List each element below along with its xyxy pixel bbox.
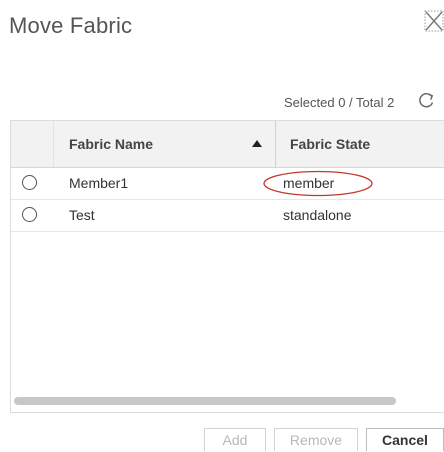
table-row[interactable]: Member1 member [11, 168, 444, 200]
refresh-icon [419, 92, 434, 108]
row-radio[interactable] [22, 207, 37, 222]
close-button[interactable] [424, 10, 444, 32]
dialog-title: Move Fabric [9, 13, 133, 38]
fabric-table: Fabric Name Fabric State Member1 member … [10, 120, 444, 413]
column-resize-handle[interactable] [275, 121, 276, 167]
cell-fabric-name: Test [69, 207, 95, 223]
cell-fabric-state: standalone [283, 207, 352, 223]
row-radio[interactable] [22, 175, 37, 190]
refresh-button[interactable] [416, 91, 436, 111]
column-divider [53, 121, 54, 167]
sort-ascending-icon[interactable] [252, 140, 262, 147]
cell-fabric-state: member [283, 175, 335, 191]
cancel-button[interactable]: Cancel [366, 428, 444, 451]
selection-summary: Selected 0 / Total 2 [284, 95, 395, 110]
column-header-fabric-name[interactable]: Fabric Name [69, 121, 153, 167]
horizontal-scrollbar[interactable] [14, 397, 396, 405]
cell-fabric-name: Member1 [69, 175, 129, 191]
table-row[interactable]: Test standalone [11, 200, 444, 232]
table-header: Fabric Name Fabric State [11, 121, 444, 168]
remove-button[interactable]: Remove [274, 428, 358, 451]
add-button[interactable]: Add [204, 428, 266, 451]
column-header-fabric-state[interactable]: Fabric State [290, 121, 370, 167]
close-x-icon [424, 10, 444, 32]
